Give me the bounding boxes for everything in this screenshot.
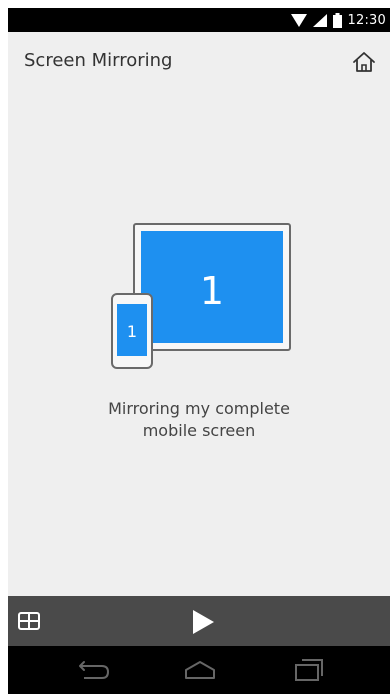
phone-screen: 12:30 Screen Mirroring 1 1 Mirroring my … — [8, 8, 390, 694]
status-time: 12:30 — [347, 12, 386, 28]
caption-line-1: Mirroring my complete — [108, 399, 290, 418]
caption-line-2: mobile screen — [142, 421, 256, 440]
back-icon — [79, 661, 110, 679]
battery-icon — [332, 12, 342, 28]
home-icon — [353, 52, 375, 72]
tablet-screen-label: 1 — [200, 269, 224, 313]
wifi-icon — [290, 13, 307, 27]
app-header: Screen Mirroring — [8, 32, 390, 92]
phone-screen-label: 1 — [127, 322, 137, 341]
play-button[interactable] — [188, 608, 216, 636]
mirroring-caption: Mirroring my complete mobile screen — [8, 398, 390, 442]
play-icon — [193, 610, 214, 634]
mirroring-illustration: 1 1 — [108, 222, 298, 372]
status-bar: 12:30 — [8, 8, 390, 32]
system-nav-bar — [8, 646, 390, 694]
nav-recent-apps-button[interactable] — [290, 656, 330, 684]
device-illustration: 1 1 — [111, 223, 291, 369]
grid-button[interactable] — [16, 609, 42, 633]
nav-home-button[interactable] — [180, 656, 220, 684]
bottom-action-bar — [8, 596, 390, 646]
cell-signal-icon — [312, 13, 327, 27]
home-button[interactable] — [350, 48, 378, 76]
nav-home-icon — [185, 661, 215, 679]
page-title: Screen Mirroring — [24, 50, 173, 71]
status-icons: 12:30 — [290, 8, 386, 32]
nav-back-button[interactable] — [74, 656, 114, 684]
recent-apps-icon — [295, 659, 323, 681]
grid-icon — [18, 612, 40, 630]
